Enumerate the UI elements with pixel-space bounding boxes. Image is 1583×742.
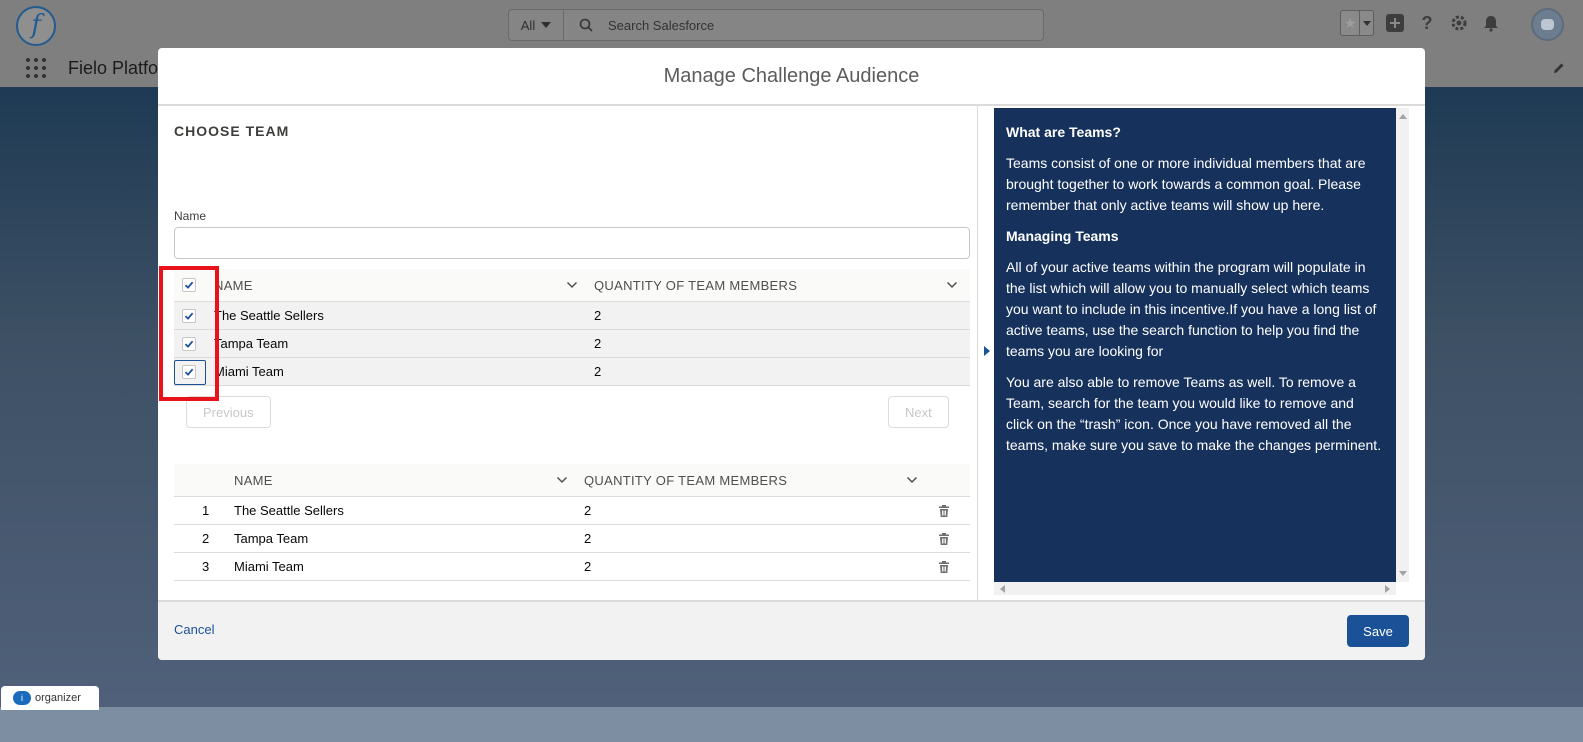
team-selection-table: NAME QUANTITY OF TEAM MEMBERS The Seattl… (174, 269, 970, 386)
team-name: The Seattle Sellers (214, 308, 324, 323)
selected-teams-table: NAME QUANTITY OF TEAM MEMBERS 1 The Seat… (174, 464, 970, 581)
row-number: 2 (202, 531, 210, 546)
choose-team-pane: CHOOSE TEAM Name NAME QUANTITY OF TEAM M… (174, 106, 970, 600)
collapse-panel-icon[interactable] (984, 346, 990, 356)
table-header: NAME QUANTITY OF TEAM MEMBERS (174, 464, 970, 497)
save-button[interactable]: Save (1347, 615, 1409, 647)
vertical-scrollbar[interactable] (1396, 108, 1409, 582)
trash-icon[interactable] (937, 532, 951, 546)
team-name: Tampa Team (214, 336, 289, 351)
row-checkbox[interactable] (182, 336, 196, 351)
info-heading: What are Teams? (1006, 124, 1121, 140)
pencil-icon[interactable] (1552, 61, 1566, 75)
column-header-quantity[interactable]: QUANTITY OF TEAM MEMBERS (584, 464, 787, 496)
trash-icon[interactable] (937, 504, 951, 518)
utility-bar (0, 707, 1583, 742)
search-input[interactable] (608, 10, 1043, 40)
info-paragraph: You are also able to remove Teams as wel… (1006, 374, 1382, 453)
team-member-count: 2 (584, 531, 592, 546)
name-filter-input[interactable] (174, 227, 970, 259)
row-checkbox[interactable] (182, 364, 196, 379)
checkmark-icon (184, 281, 194, 289)
info-heading: Managing Teams (1006, 228, 1119, 244)
table-row[interactable]: Miami Team 2 (174, 358, 970, 386)
organizer-tab[interactable]: i organizer (1, 686, 99, 710)
column-header-quantity[interactable]: QUANTITY OF TEAM MEMBERS (594, 269, 797, 301)
row-checkbox[interactable] (182, 308, 196, 323)
chevron-down-icon[interactable] (556, 474, 568, 486)
table-row: 1 The Seattle Sellers 2 (174, 497, 970, 525)
search-scope-dropdown[interactable]: All (509, 10, 564, 40)
global-header: f All ★ ? (0, 0, 1583, 50)
row-number: 3 (202, 559, 210, 574)
checkmark-icon (184, 312, 194, 320)
team-name: Miami Team (214, 364, 284, 379)
cancel-button[interactable]: Cancel (174, 622, 214, 637)
help-pane: What are Teams? Teams consist of one or … (977, 106, 1409, 600)
favorites-button[interactable]: ★ (1340, 10, 1374, 36)
team-member-count: 2 (584, 559, 592, 574)
chevron-down-icon[interactable] (906, 474, 918, 486)
app-name: Fielo Platfo (68, 58, 159, 78)
modal-footer: Cancel Save (158, 600, 1425, 660)
chevron-down-icon[interactable] (1360, 11, 1373, 35)
chevron-down-icon (541, 22, 552, 28)
select-all-checkbox[interactable] (182, 278, 196, 292)
help-icon[interactable]: ? (1416, 12, 1438, 34)
user-avatar[interactable] (1531, 8, 1564, 41)
team-member-count: 2 (594, 364, 602, 379)
app-launcher-icon[interactable] (26, 58, 46, 78)
column-header-name[interactable]: NAME (234, 464, 273, 496)
table-row[interactable]: Tampa Team 2 (174, 330, 970, 358)
search-icon (564, 10, 608, 40)
header-tools: ★ ? (1340, 10, 1502, 36)
table-row: 3 Miami Team 2 (174, 553, 970, 581)
search-scope-label: All (520, 17, 536, 33)
trash-icon[interactable] (937, 560, 951, 574)
bell-icon[interactable] (1480, 12, 1502, 34)
next-page-button[interactable]: Next (888, 396, 949, 428)
info-paragraph: Teams consist of one or more individual … (1006, 155, 1366, 213)
chevron-down-icon[interactable] (566, 279, 578, 291)
team-name: Tampa Team (234, 531, 309, 546)
info-paragraph: All of your active teams within the prog… (1006, 259, 1377, 359)
add-icon[interactable] (1384, 12, 1406, 34)
checkmark-icon (184, 368, 194, 376)
modal-title: Manage Challenge Audience (663, 64, 920, 87)
team-name: The Seattle Sellers (234, 503, 344, 518)
modal-body: CHOOSE TEAM Name NAME QUANTITY OF TEAM M… (158, 106, 1425, 600)
horizontal-scrollbar[interactable] (994, 582, 1396, 595)
row-number: 1 (202, 503, 210, 518)
team-name: Miami Team (234, 559, 304, 574)
previous-page-button[interactable]: Previous (186, 396, 271, 428)
gear-icon[interactable] (1448, 12, 1470, 34)
section-title: CHOOSE TEAM (174, 123, 290, 139)
modal-header: Manage Challenge Audience (158, 48, 1425, 106)
fielo-logo[interactable]: f (16, 6, 56, 46)
table-row: 2 Tampa Team 2 (174, 525, 970, 553)
organizer-logo-icon: i (13, 691, 31, 705)
team-member-count: 2 (594, 308, 602, 323)
table-row[interactable]: The Seattle Sellers 2 (174, 302, 970, 330)
organizer-label: organizer (35, 692, 81, 704)
column-header-name[interactable]: NAME (214, 269, 253, 301)
global-search: All (508, 9, 1044, 41)
team-member-count: 2 (594, 336, 602, 351)
chevron-down-icon[interactable] (946, 279, 958, 291)
table-header: NAME QUANTITY OF TEAM MEMBERS (174, 269, 970, 302)
teams-info-panel: What are Teams? Teams consist of one or … (994, 108, 1396, 582)
checkmark-icon (184, 340, 194, 348)
star-icon: ★ (1341, 11, 1361, 35)
name-filter-label: Name (174, 209, 207, 223)
team-member-count: 2 (584, 503, 592, 518)
manage-audience-modal: Manage Challenge Audience CHOOSE TEAM Na… (158, 48, 1425, 660)
